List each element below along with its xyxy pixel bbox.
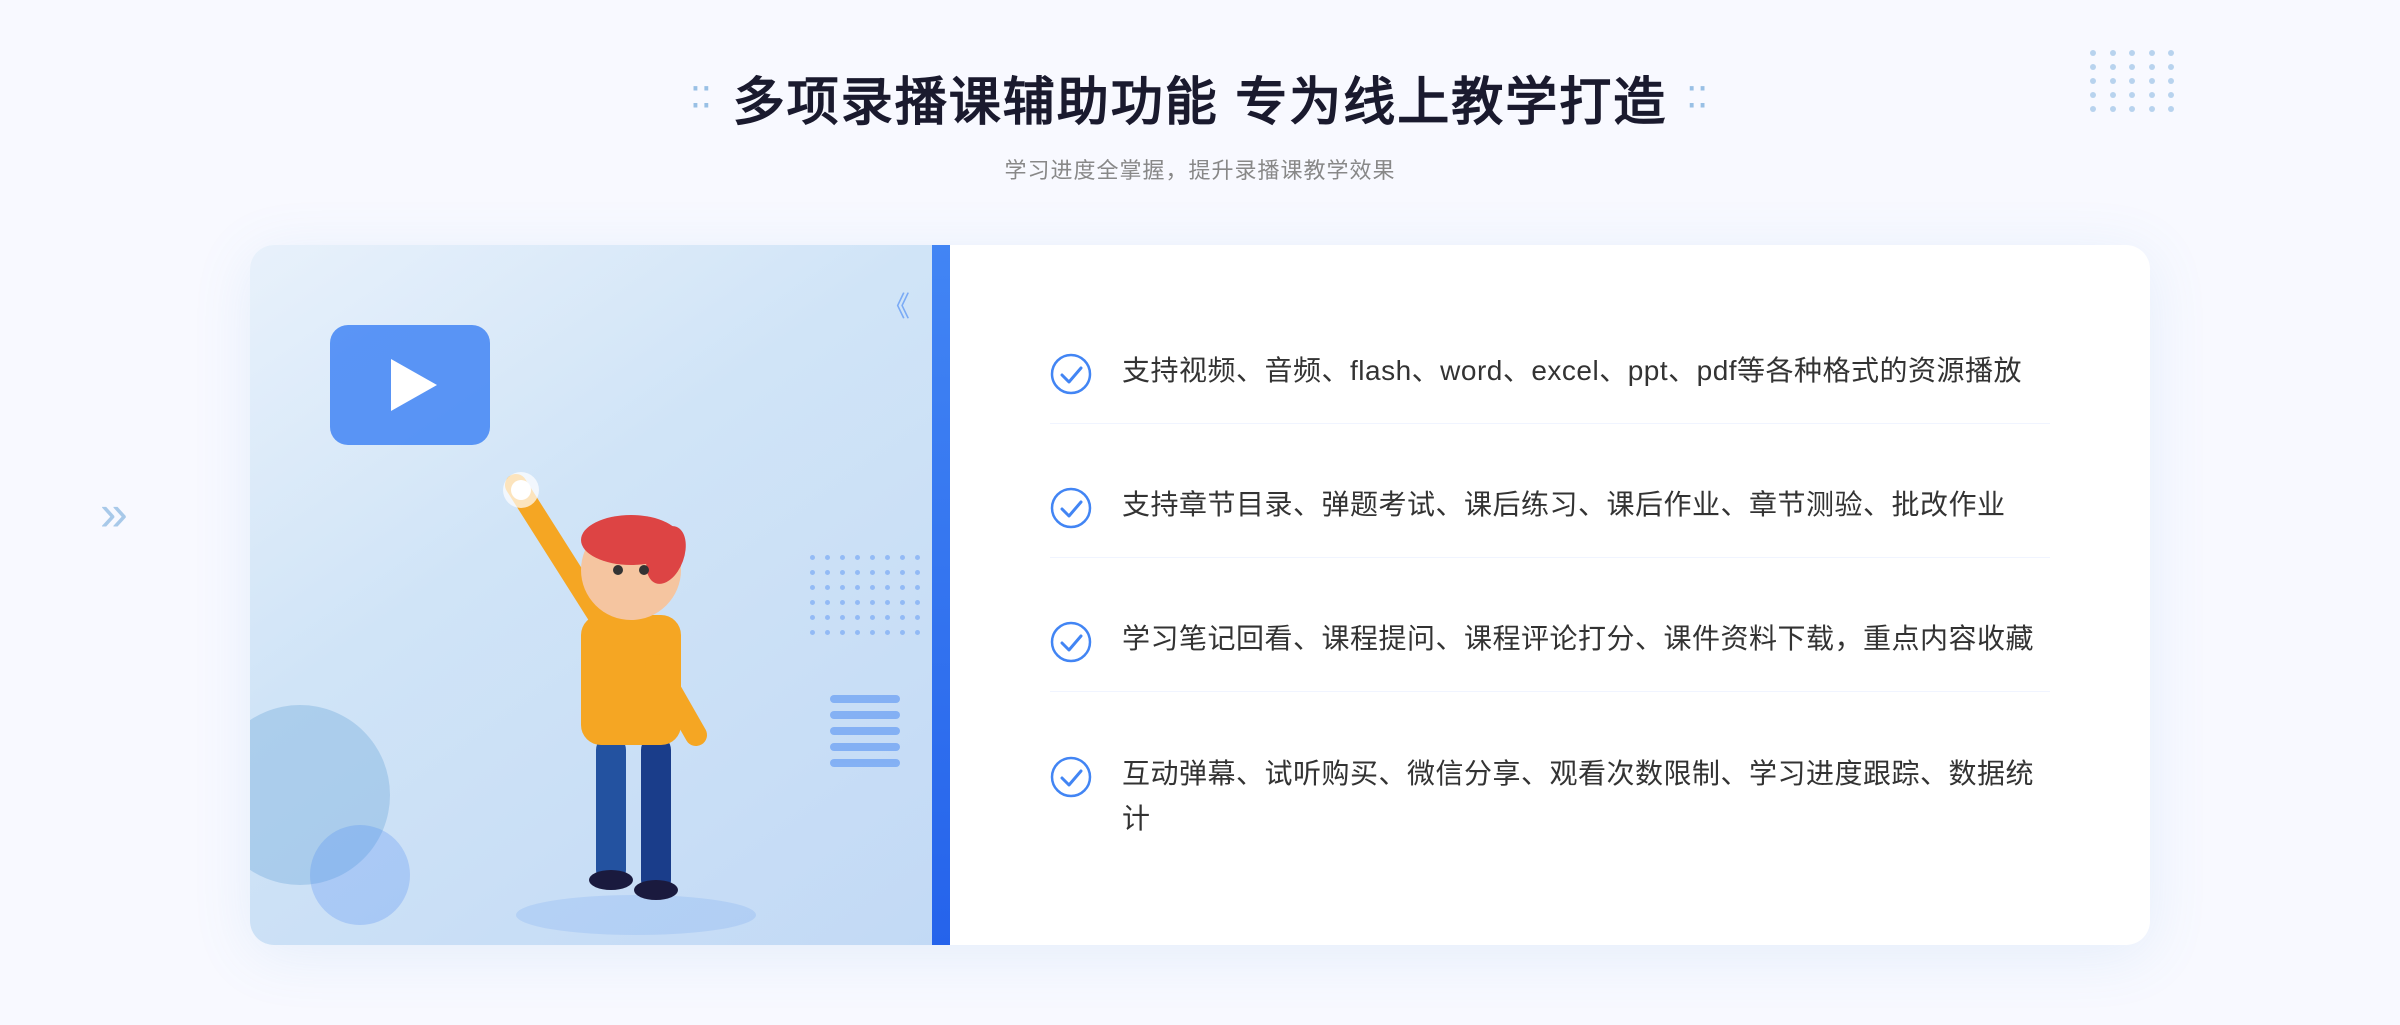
title-deco-right: ⁚⁚	[1687, 81, 1709, 114]
title-deco-left: ⁚⁚	[691, 81, 713, 114]
feature-item-3: 学习笔记回看、课程提问、课程评论打分、课件资料下载，重点内容收藏	[1050, 589, 2050, 692]
header-section: ⁚⁚ 多项录播课辅助功能 专为线上教学打造 ⁚⁚ 学习进度全掌握，提升录播课教学…	[691, 60, 1709, 185]
person-illustration	[456, 385, 816, 945]
feature-item-1: 支持视频、音频、flash、word、excel、ppt、pdf等各种格式的资源…	[1050, 321, 2050, 424]
play-icon	[391, 359, 437, 411]
chevron-icon-1: 《	[882, 285, 910, 325]
content-area: 支持视频、音频、flash、word、excel、ppt、pdf等各种格式的资源…	[950, 245, 2150, 945]
page-title: ⁚⁚ 多项录播课辅助功能 专为线上教学打造 ⁚⁚	[691, 60, 1709, 135]
title-text: 多项录播课辅助功能 专为线上教学打造	[733, 60, 1667, 135]
feature-item-2: 支持章节目录、弹题考试、课后练习、课后作业、章节测验、批改作业	[1050, 455, 2050, 558]
dot-pattern	[810, 555, 920, 635]
feature-text-1: 支持视频、音频、flash、word、excel、ppt、pdf等各种格式的资源…	[1122, 349, 2022, 394]
check-icon-3	[1050, 621, 1092, 663]
feature-text-2: 支持章节目录、弹题考试、课后练习、课后作业、章节测验、批改作业	[1122, 483, 2006, 528]
page-container: » ⁚⁚ 多项录播课辅助功能 专为线上教学打造 ⁚⁚ 学习进度全掌握，提升录播课…	[0, 0, 2400, 1025]
check-icon-4	[1050, 756, 1092, 798]
feature-text-3: 学习笔记回看、课程提问、课程评论打分、课件资料下载，重点内容收藏	[1122, 617, 2034, 662]
check-icon-1	[1050, 353, 1092, 395]
check-icon-2	[1050, 487, 1092, 529]
feature-item-4: 互动弹幕、试听购买、微信分享、观看次数限制、学习进度跟踪、数据统计	[1050, 724, 2050, 870]
subtitle-text: 学习进度全掌握，提升录播课教学效果	[691, 153, 1709, 185]
illustration-area: 《	[250, 245, 950, 945]
chevron-left-decoration: »	[100, 484, 128, 542]
deco-circle-small	[310, 825, 410, 925]
deco-stripes	[830, 695, 900, 785]
main-card: 《	[250, 245, 2150, 945]
feature-text-4: 互动弹幕、试听购买、微信分享、观看次数限制、学习进度跟踪、数据统计	[1122, 752, 2050, 842]
dots-decoration-right	[2090, 50, 2180, 140]
accent-bar	[932, 245, 950, 945]
deco-chevrons: 《	[882, 285, 910, 325]
